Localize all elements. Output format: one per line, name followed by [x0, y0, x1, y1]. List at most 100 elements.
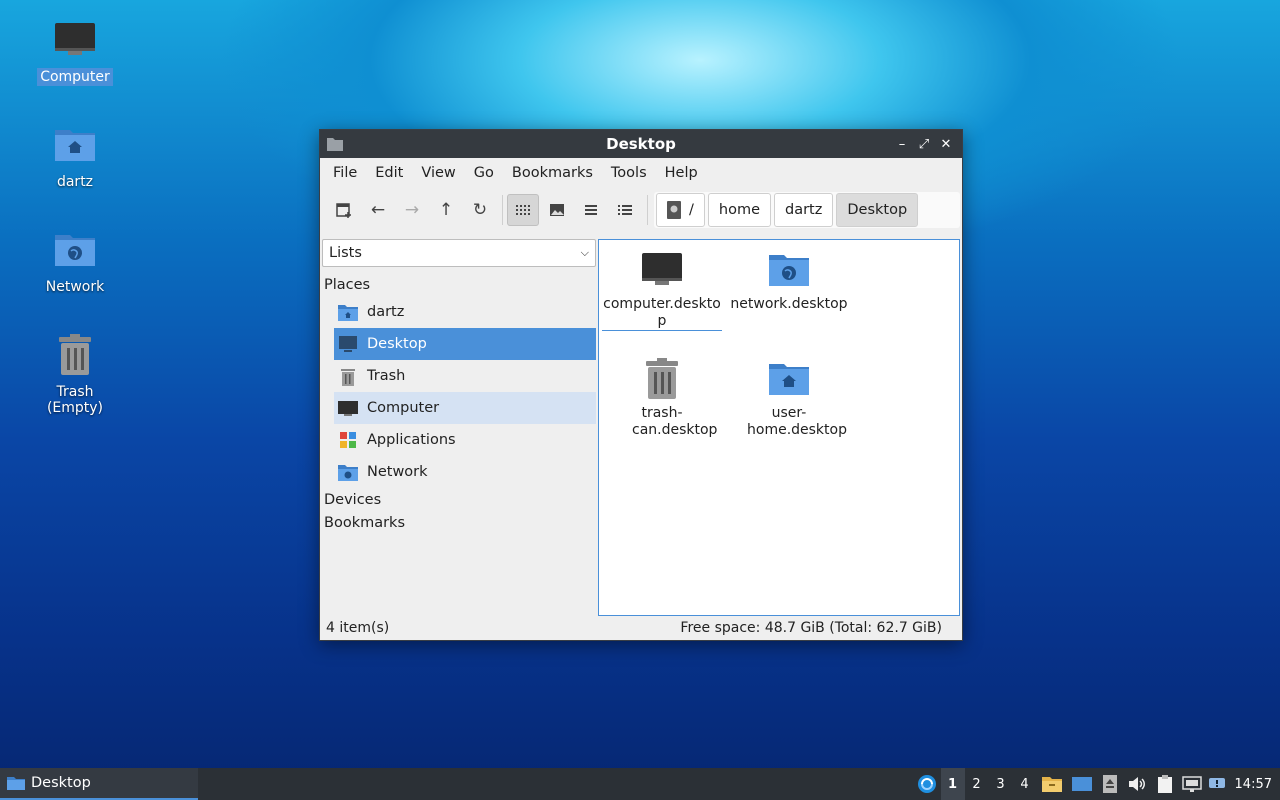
minimize-button[interactable]: –: [892, 134, 912, 154]
breadcrumb-desktop[interactable]: Desktop: [836, 193, 919, 227]
reload-button[interactable]: ↻: [464, 194, 496, 226]
taskbar-task-label: Desktop: [31, 775, 91, 791]
sidebar-item-label: dartz: [367, 304, 405, 320]
desktop-icon-dartz[interactable]: dartz: [25, 121, 125, 191]
chevron-down-icon: ⌵: [580, 246, 589, 259]
eject-icon: [1102, 775, 1117, 793]
monitor-icon: [638, 246, 686, 294]
sidebar: Lists ⌵ Places dartz Desktop Trash Compu…: [322, 239, 596, 616]
applications-icon: [338, 430, 358, 450]
app-menu-button[interactable]: [913, 768, 941, 800]
section-devices[interactable]: Devices: [322, 488, 596, 511]
monitor-icon: [338, 398, 358, 418]
section-places[interactable]: Places: [322, 273, 596, 296]
back-button[interactable]: ←: [362, 194, 394, 226]
folder-icon: [7, 777, 25, 790]
taskbar-task-desktop[interactable]: Desktop: [0, 768, 198, 800]
breadcrumb-root[interactable]: /: [656, 193, 705, 227]
arrow-up-icon: ↑: [438, 200, 454, 220]
network-folder-icon: [51, 226, 99, 274]
item-count: 4 item(s): [326, 620, 390, 636]
sidebar-item-label: Desktop: [367, 336, 427, 352]
breadcrumb-dartz[interactable]: dartz: [774, 193, 834, 227]
taskbar: Desktop 1 2 3 4 14:57: [0, 768, 1280, 800]
file-name: computer.desktop: [602, 296, 722, 331]
file-item-network[interactable]: network.desktop: [729, 246, 849, 313]
file-view[interactable]: computer.desktop network.desktop trash-c…: [598, 239, 960, 616]
file-name: trash-can.desktop: [632, 405, 718, 438]
sidebar-mode-select[interactable]: Lists ⌵: [322, 239, 596, 267]
network-folder-icon: [338, 462, 358, 482]
file-manager-window: Desktop – ⤢ ✕ File Edit View Go Bookmark…: [319, 129, 963, 641]
drive-icon: [667, 201, 681, 219]
breadcrumb-home[interactable]: home: [707, 193, 771, 227]
sidebar-item-applications[interactable]: Applications: [334, 424, 596, 456]
reload-icon: ↻: [472, 200, 488, 220]
home-folder-icon: [765, 355, 813, 403]
menu-help[interactable]: Help: [656, 165, 707, 181]
window-titlebar[interactable]: Desktop – ⤢ ✕: [320, 130, 962, 158]
desktop-icon-computer[interactable]: Computer: [25, 16, 125, 86]
notification-icon: [1208, 778, 1225, 788]
desktop-icon-label: Trash (Empty): [46, 384, 104, 416]
workspace-1[interactable]: 1: [940, 768, 965, 800]
sidebar-item-label: Trash: [367, 368, 406, 384]
compact-view-button[interactable]: [575, 194, 607, 226]
sidebar-item-network[interactable]: Network: [334, 456, 596, 488]
menu-file[interactable]: File: [324, 165, 366, 181]
clock[interactable]: 14:57: [1229, 768, 1280, 800]
menu-go[interactable]: Go: [465, 165, 503, 181]
file-item-trash-can[interactable]: trash-can.desktop: [602, 355, 722, 439]
sidebar-item-desktop[interactable]: Desktop: [334, 328, 596, 360]
menu-bookmarks[interactable]: Bookmarks: [503, 165, 602, 181]
sidebar-item-computer[interactable]: Computer: [334, 392, 596, 424]
file-item-user-home[interactable]: user-home.desktop: [729, 355, 849, 439]
notification-button[interactable]: [1205, 768, 1229, 800]
close-button[interactable]: ✕: [936, 134, 956, 154]
volume-button[interactable]: [1123, 768, 1151, 800]
workspace-2[interactable]: 2: [965, 768, 989, 800]
network-folder-icon: [765, 246, 813, 294]
workspace-3[interactable]: 3: [989, 768, 1013, 800]
arrow-left-icon: ←: [370, 200, 386, 220]
forward-button[interactable]: →: [396, 194, 428, 226]
clipboard-button[interactable]: [1151, 768, 1179, 800]
desktop-icon: [1071, 777, 1092, 791]
list-icon: [585, 205, 597, 215]
home-folder-icon: [51, 121, 99, 169]
menu-edit[interactable]: Edit: [366, 165, 412, 181]
desktop-icon-network[interactable]: Network: [25, 226, 125, 296]
workspace-4[interactable]: 4: [1013, 768, 1037, 800]
trash-icon: [638, 355, 686, 403]
menu-view[interactable]: View: [412, 165, 464, 181]
detailed-view-button[interactable]: [609, 194, 641, 226]
free-space: Free space: 48.7 GiB (Total: 62.7 GiB): [680, 620, 942, 636]
lubuntu-logo-icon: [917, 775, 936, 793]
statusbar: 4 item(s) Free space: 48.7 GiB (Total: 6…: [320, 616, 962, 640]
system-tray: 1 2 3 4 14:57: [913, 768, 1280, 800]
maximize-button[interactable]: ⤢: [914, 134, 934, 154]
new-tab-button[interactable]: [328, 194, 360, 226]
file-item-computer[interactable]: computer.desktop: [602, 246, 722, 331]
sidebar-item-dartz[interactable]: dartz: [334, 296, 596, 328]
file-manager-launcher[interactable]: [1037, 768, 1067, 800]
eject-button[interactable]: [1097, 768, 1123, 800]
section-bookmarks[interactable]: Bookmarks: [322, 511, 596, 534]
network-status-button[interactable]: [1179, 768, 1205, 800]
up-button[interactable]: ↑: [430, 194, 462, 226]
trash-icon: [51, 331, 99, 379]
sidebar-item-label: Applications: [367, 432, 456, 448]
desktop-icon-label: dartz: [56, 174, 94, 190]
show-desktop-button[interactable]: [1067, 768, 1097, 800]
new-tab-icon: [336, 203, 351, 218]
desktop-icon-trash[interactable]: Trash (Empty): [25, 331, 125, 417]
window-title: Desktop: [606, 135, 676, 153]
desktop-icon-label: Computer: [37, 68, 113, 86]
menu-tools[interactable]: Tools: [602, 165, 656, 181]
trash-icon: [338, 366, 358, 386]
folder-launcher-icon: [1041, 777, 1062, 792]
thumbnail-view-button[interactable]: [541, 194, 573, 226]
sidebar-item-trash[interactable]: Trash: [334, 360, 596, 392]
toolbar-separator: [502, 195, 503, 225]
icon-view-button[interactable]: [507, 194, 539, 226]
